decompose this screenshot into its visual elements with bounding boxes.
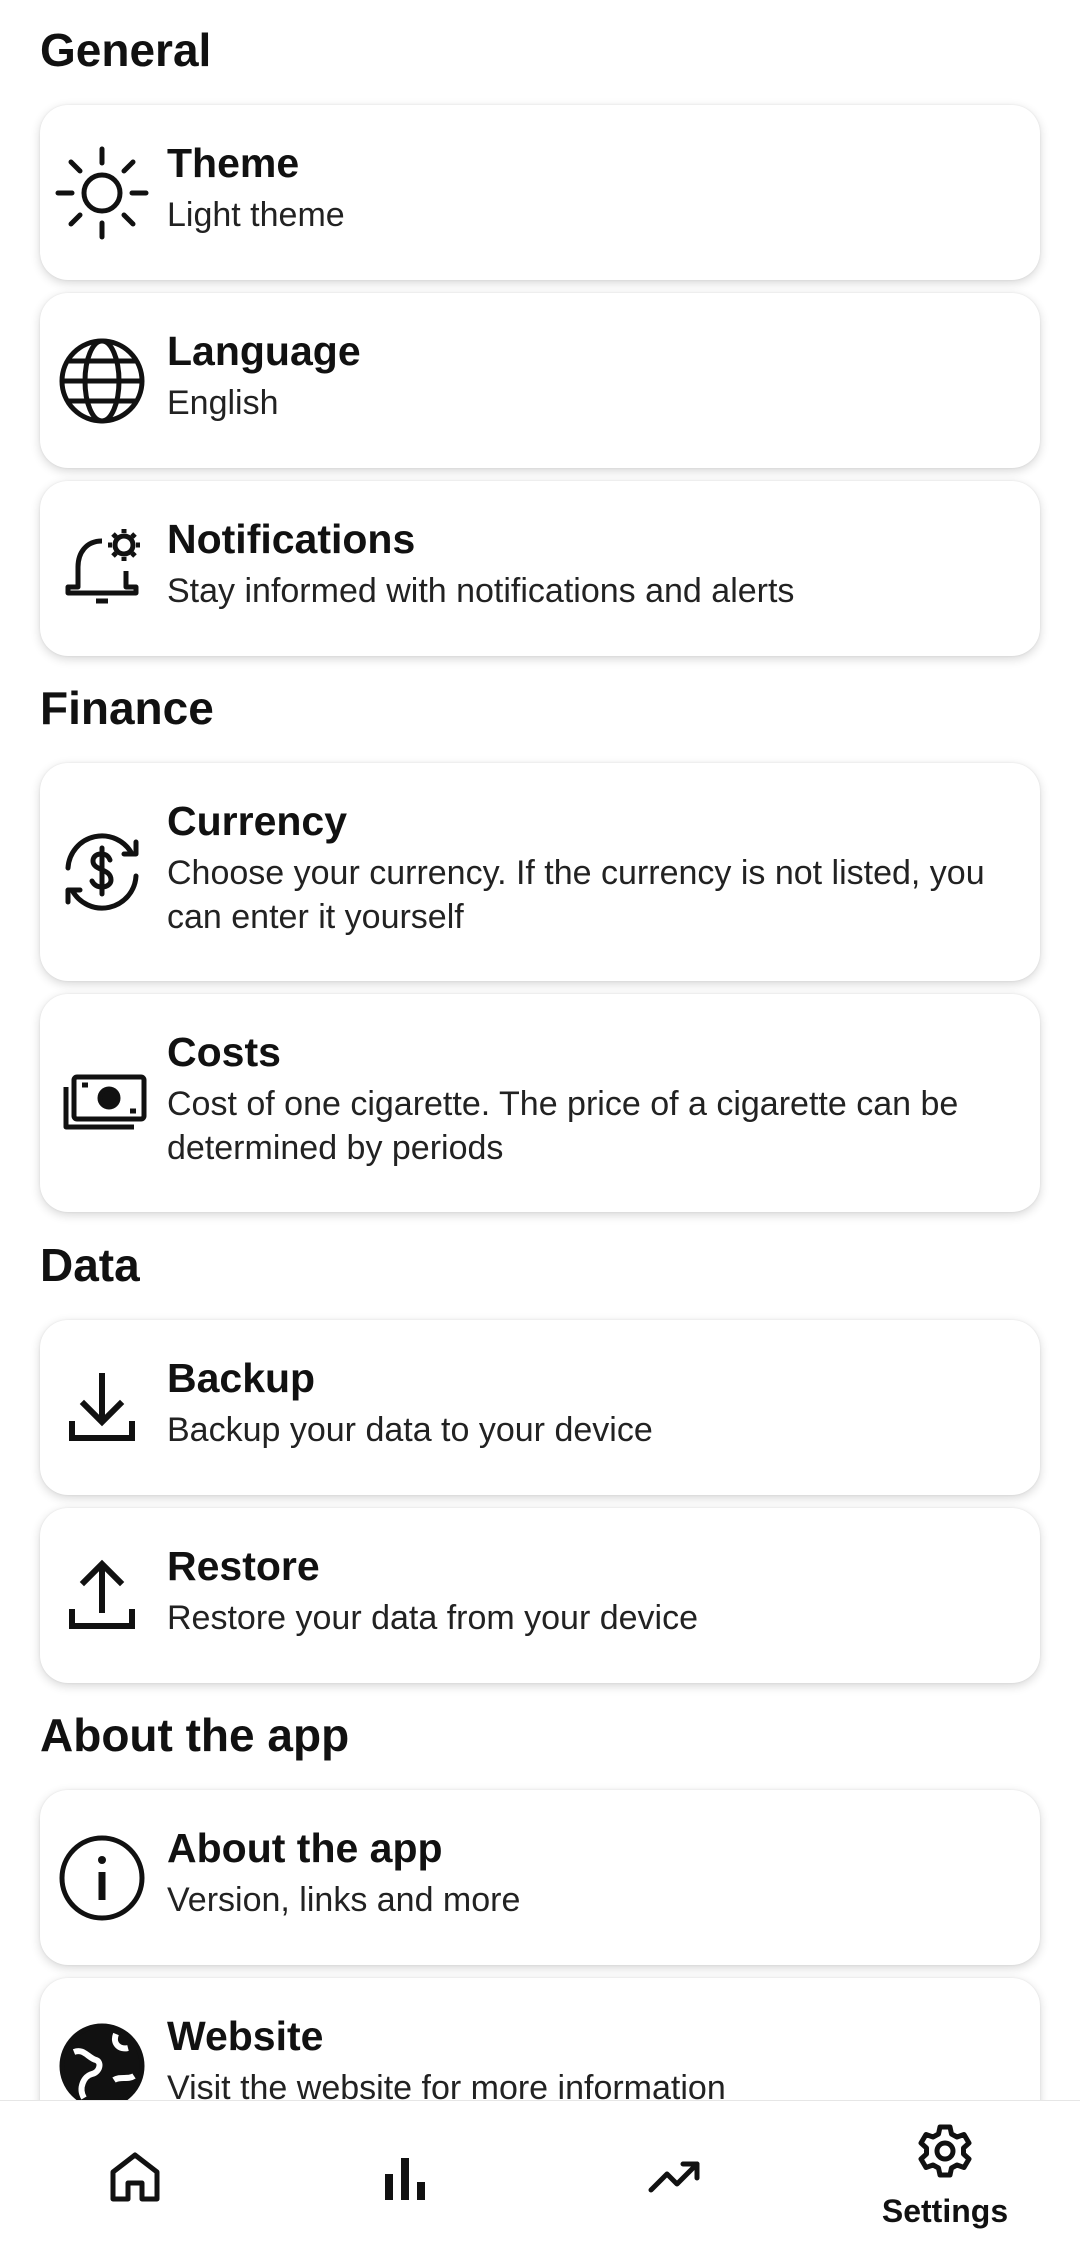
section-title-general: General bbox=[40, 24, 212, 76]
settings-item-title: Theme bbox=[167, 140, 300, 186]
settings-item-title: Language bbox=[167, 328, 361, 374]
settings-item-currency[interactable]: Currency Choose your currency. If the cu… bbox=[40, 763, 1040, 981]
settings-item-restore[interactable]: Restore Restore your data from your devi… bbox=[40, 1508, 1040, 1683]
download-icon bbox=[54, 1360, 150, 1456]
settings-item-subtitle: Cost of one cigarette. The price of a ci… bbox=[167, 1085, 959, 1167]
settings-item-backup[interactable]: Backup Backup your data to your device bbox=[40, 1320, 1040, 1495]
bell-gear-icon bbox=[54, 521, 150, 617]
info-icon bbox=[54, 1830, 150, 1926]
settings-item-website[interactable]: Website Visit the website for more infor… bbox=[40, 1978, 1040, 2100]
home-icon bbox=[105, 2146, 165, 2206]
section-title-data: Data bbox=[40, 1239, 140, 1291]
settings-list: General Theme Light theme Language Engli… bbox=[0, 0, 1080, 2100]
settings-item-subtitle: Stay informed with notifications and ale… bbox=[167, 572, 795, 610]
settings-item-subtitle: Restore your data from your device bbox=[167, 1599, 699, 1637]
nav-trends[interactable] bbox=[540, 2101, 810, 2251]
settings-item-title: Currency bbox=[167, 798, 348, 844]
settings-item-subtitle: Backup your data to your device bbox=[167, 1411, 653, 1449]
settings-item-title: Backup bbox=[167, 1355, 316, 1401]
settings-item-subtitle: Visit the website for more information bbox=[167, 2069, 726, 2100]
nav-home[interactable] bbox=[0, 2101, 270, 2251]
nav-settings[interactable]: Settings bbox=[810, 2101, 1080, 2251]
settings-item-subtitle: Light theme bbox=[167, 196, 345, 234]
settings-item-subtitle: Choose your currency. If the currency is… bbox=[167, 854, 985, 936]
globe-icon bbox=[54, 333, 150, 429]
currency-exchange-icon bbox=[54, 824, 150, 920]
settings-item-title: Notifications bbox=[167, 516, 416, 562]
settings-item-costs[interactable]: Costs Cost of one cigarette. The price o… bbox=[40, 994, 1040, 1212]
settings-item-about[interactable]: About the app Version, links and more bbox=[40, 1790, 1040, 1965]
settings-item-title: Restore bbox=[167, 1543, 320, 1589]
settings-icon bbox=[915, 2121, 975, 2181]
bar-chart-icon bbox=[375, 2146, 435, 2206]
settings-item-title: Website bbox=[167, 2013, 324, 2059]
settings-item-title: Costs bbox=[167, 1029, 281, 1075]
settings-item-subtitle: Version, links and more bbox=[167, 1881, 521, 1919]
public-globe-icon bbox=[54, 2018, 150, 2100]
trending-up-icon bbox=[645, 2146, 705, 2206]
section-title-about: About the app bbox=[40, 1709, 350, 1761]
section-title-finance: Finance bbox=[40, 682, 214, 734]
upload-icon bbox=[54, 1548, 150, 1644]
nav-settings-label: Settings bbox=[881, 2193, 1009, 2229]
settings-item-language[interactable]: Language English bbox=[40, 293, 1040, 468]
nav-statistics[interactable] bbox=[270, 2101, 540, 2251]
settings-item-notifications[interactable]: Notifications Stay informed with notific… bbox=[40, 481, 1040, 656]
bottom-navigation: Settings bbox=[0, 2100, 1080, 2251]
settings-item-theme[interactable]: Theme Light theme bbox=[40, 105, 1040, 280]
sun-icon bbox=[54, 145, 150, 241]
settings-item-subtitle: English bbox=[167, 384, 279, 422]
cash-icon bbox=[54, 1055, 150, 1151]
settings-item-title: About the app bbox=[167, 1825, 443, 1871]
